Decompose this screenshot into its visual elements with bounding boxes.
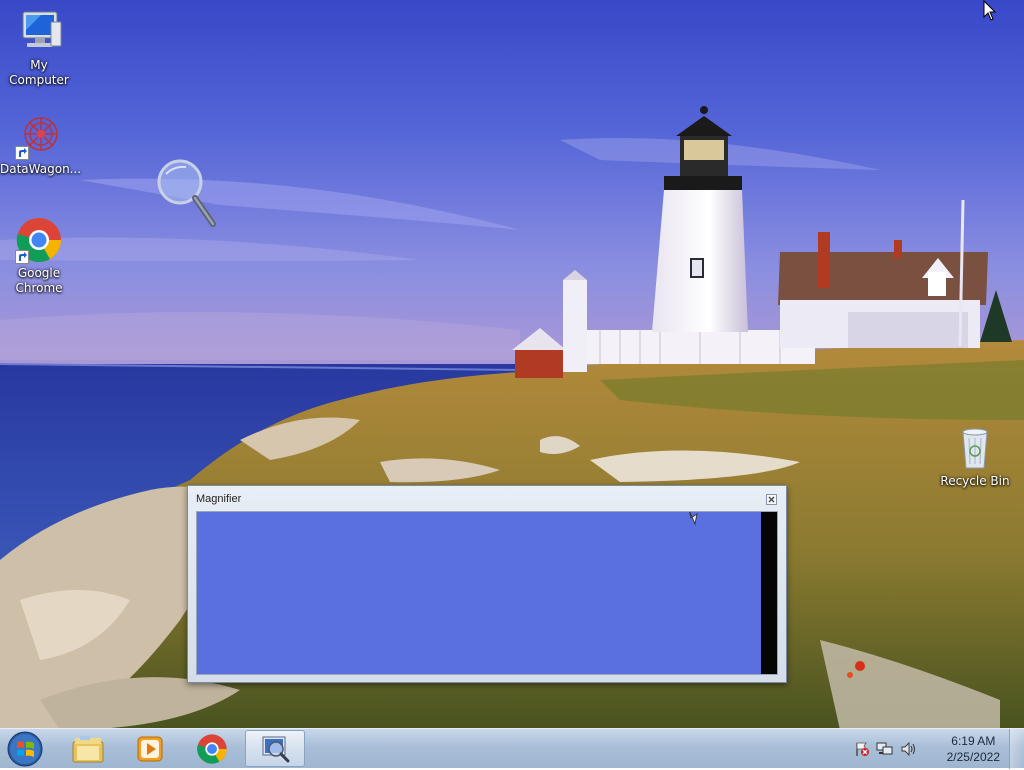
desktop-icon-label: My Computer (9, 58, 69, 87)
desktop-icon-google-chrome[interactable]: Google Chrome (0, 216, 78, 296)
computer-icon (15, 8, 63, 56)
network-icon[interactable] (876, 741, 894, 760)
taskbar: 6:19 AM 2/25/2022 (0, 728, 1024, 769)
magnifier-title: Magnifier (196, 493, 242, 505)
system-tray: 6:19 AM 2/25/2022 (854, 729, 1024, 769)
desktop-icon-label: Recycle Bin (940, 474, 1010, 488)
chrome-icon (197, 733, 227, 764)
close-icon[interactable] (766, 494, 777, 505)
action-center-flag-icon[interactable] (854, 741, 870, 760)
mouse-cursor-icon (983, 0, 997, 25)
clock-date: 2/25/2022 (946, 750, 1000, 764)
windows-start-icon[interactable] (6, 731, 44, 767)
shortcut-arrow-icon (15, 250, 29, 264)
magnified-cursor-icon (675, 512, 705, 529)
desktop-icon-label: DataWagon... (0, 162, 82, 176)
taskbar-file-explorer[interactable] (60, 730, 116, 767)
desktop-icon-datawagon[interactable]: DataWagon... (0, 112, 82, 177)
desktop-icon-my-computer[interactable]: My Computer (0, 8, 78, 88)
recycle-bin-icon (951, 424, 999, 472)
volume-icon[interactable] (900, 741, 916, 760)
magnifier-lens-icon[interactable] (156, 158, 220, 230)
taskbar-clock[interactable]: 6:19 AM 2/25/2022 (947, 733, 1000, 765)
magnifier-view (196, 511, 778, 675)
datawagon-icon (15, 112, 63, 160)
magnifier-icon (262, 736, 290, 762)
taskbar-media-player[interactable] (122, 730, 178, 767)
clock-time: 6:19 AM (951, 734, 996, 748)
magnifier-window[interactable]: Magnifier (187, 485, 787, 683)
chrome-icon (15, 216, 63, 264)
show-desktop-button[interactable] (1009, 729, 1024, 769)
shortcut-arrow-icon (15, 146, 29, 160)
magnifier-view-edge (761, 512, 777, 674)
desktop-icon-recycle-bin[interactable]: Recycle Bin (936, 424, 1014, 489)
file-explorer-icon (72, 735, 104, 762)
media-player-icon (137, 736, 163, 761)
desktop-icon-label: Google Chrome (15, 266, 63, 295)
taskbar-chrome[interactable] (184, 730, 240, 767)
taskbar-magnifier[interactable] (245, 730, 305, 767)
